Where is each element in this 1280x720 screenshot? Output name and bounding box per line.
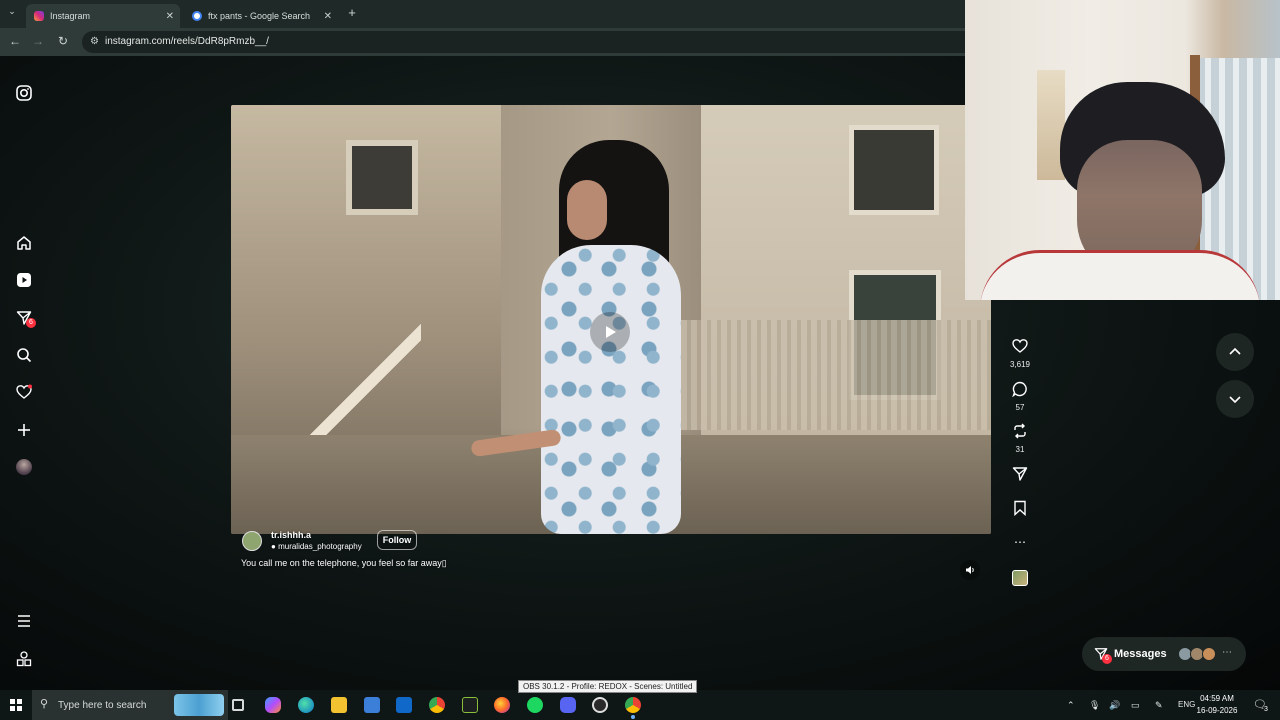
chrome-active-icon[interactable] xyxy=(625,697,641,713)
microphone-icon[interactable]: 🎙 xyxy=(1089,700,1100,711)
messages-badge: 6 xyxy=(1102,654,1112,664)
task-view-icon[interactable] xyxy=(232,699,244,711)
more-options-icon[interactable]: ⋯ xyxy=(1006,536,1034,548)
audio-credit[interactable]: ● muralidas_photography xyxy=(271,542,362,551)
follow-button[interactable]: Follow xyxy=(377,530,417,550)
copilot-icon[interactable] xyxy=(265,697,281,713)
share-action[interactable] xyxy=(1006,466,1034,487)
forward-arrow-icon[interactable]: → xyxy=(30,34,46,48)
left-sidebar: 6 xyxy=(0,56,48,690)
search-icon: ⚲ xyxy=(40,698,49,710)
bookmark-icon[interactable] xyxy=(1012,500,1028,517)
next-reel-button[interactable] xyxy=(1216,380,1254,418)
comment-icon[interactable] xyxy=(1012,381,1028,398)
like-count: 3,619 xyxy=(1009,360,1031,369)
previous-reel-button[interactable] xyxy=(1216,333,1254,371)
notification-count: 3 xyxy=(1264,706,1268,713)
like-action[interactable]: 3,619 xyxy=(1006,338,1034,369)
video-person-face xyxy=(567,180,607,240)
video-window-left xyxy=(346,140,418,215)
windows-start-icon[interactable] xyxy=(10,699,22,711)
clock-time: 04:59 AM xyxy=(1200,694,1234,703)
profile-avatar[interactable] xyxy=(14,457,34,477)
author-username[interactable]: tr.ishhh.a xyxy=(271,530,311,540)
language-indicator[interactable]: ENG xyxy=(1178,700,1195,709)
spotify-icon[interactable] xyxy=(527,697,543,713)
chevron-up-icon xyxy=(1229,347,1241,355)
volume-icon[interactable] xyxy=(960,560,980,580)
edge-icon[interactable] xyxy=(298,697,314,713)
webcam-person-shirt xyxy=(980,250,1260,300)
reel-caption: You call me on the telephone, you feel s… xyxy=(241,558,447,568)
display-icon[interactable]: ▭ xyxy=(1131,700,1140,711)
comment-action[interactable]: 57 xyxy=(1006,381,1034,412)
close-tab-icon[interactable]: ✕ xyxy=(324,11,332,22)
more-contacts-icon: ⋯ xyxy=(1222,647,1232,658)
notification-badge: 6 xyxy=(26,318,36,328)
discord-icon[interactable] xyxy=(560,697,576,713)
tab-search-chevron-icon[interactable]: ⌄ xyxy=(4,6,20,17)
tab-label: ftx pants - Google Search xyxy=(208,11,311,21)
close-tab-icon[interactable]: ✕ xyxy=(166,11,174,22)
file-explorer-icon[interactable] xyxy=(331,697,347,713)
taskbar-clock[interactable]: 04:59 AM 16-09-2026 xyxy=(1196,693,1238,717)
menu-icon[interactable] xyxy=(14,611,34,631)
store-icon[interactable] xyxy=(364,697,380,713)
search-placeholder: Type here to search xyxy=(58,700,147,711)
video-person-dress xyxy=(541,245,681,534)
instagram-favicon-icon xyxy=(34,11,44,21)
direct-messages-icon: 6 xyxy=(1094,647,1112,664)
audio-track-thumbnail[interactable] xyxy=(1006,570,1034,591)
outlook-icon[interactable] xyxy=(396,697,412,713)
person-icon: ● xyxy=(271,542,276,551)
direct-messages-icon[interactable]: 6 xyxy=(14,308,36,328)
share-icon[interactable] xyxy=(1012,466,1028,482)
instagram-logo-icon[interactable] xyxy=(14,83,34,103)
chrome-icon[interactable] xyxy=(429,697,445,713)
messages-label: Messages xyxy=(1114,648,1167,660)
notifications-heart-icon[interactable] xyxy=(14,382,34,402)
author-avatar[interactable] xyxy=(242,531,262,551)
clock-date: 16-09-2026 xyxy=(1196,706,1238,715)
firefox-icon[interactable] xyxy=(494,697,510,713)
play-button[interactable] xyxy=(590,312,630,352)
back-arrow-icon[interactable]: ← xyxy=(7,34,23,48)
new-tab-button[interactable]: + xyxy=(344,5,360,20)
repost-action[interactable]: 31 xyxy=(1006,423,1034,454)
taskbar-search-input[interactable]: ⚲ Type here to search xyxy=(32,690,228,720)
tab-label: Instagram xyxy=(50,11,91,21)
tab-instagram[interactable]: Instagram ✕ xyxy=(26,4,180,28)
windows-taskbar: ⚲ Type here to search ⌃ 🎙 🔊 ▭ ✎ ENG 04:5… xyxy=(0,690,1280,720)
repost-icon[interactable] xyxy=(1012,423,1028,439)
search-highlight-image xyxy=(174,694,224,716)
pen-icon[interactable]: ✎ xyxy=(1155,700,1163,711)
reels-icon[interactable] xyxy=(14,270,34,290)
create-plus-icon[interactable] xyxy=(14,420,34,440)
tab-google-search[interactable]: ftx pants - Google Search ✕ xyxy=(184,4,338,28)
comment-count: 57 xyxy=(1015,403,1025,412)
chevron-down-icon xyxy=(1229,396,1241,404)
messages-button[interactable]: 6 Messages ⋯ xyxy=(1082,637,1246,671)
tray-overflow-chevron-icon[interactable]: ⌃ xyxy=(1067,700,1075,711)
audio-credit-label: muralidas_photography xyxy=(278,542,362,551)
url-text: instagram.com/reels/DdR8pRmzb__/ xyxy=(105,36,269,47)
volume-icon[interactable]: 🔊 xyxy=(1109,700,1120,711)
video-window-right-top xyxy=(849,125,939,215)
search-icon[interactable] xyxy=(14,345,34,365)
google-favicon-icon xyxy=(192,11,202,21)
obs-tooltip: OBS 30.1.2 - Profile: REDOX - Scenes: Un… xyxy=(518,680,698,693)
save-action[interactable] xyxy=(1006,500,1034,521)
obs-icon[interactable] xyxy=(592,697,608,713)
home-icon[interactable] xyxy=(14,233,34,253)
heart-icon[interactable] xyxy=(1012,338,1028,354)
repost-count: 31 xyxy=(1015,445,1025,454)
inkscape-icon[interactable] xyxy=(462,697,478,713)
site-info-icon[interactable]: ⚙ xyxy=(90,36,99,47)
message-contact-avatar xyxy=(1202,647,1216,661)
reload-icon[interactable]: ↻ xyxy=(55,34,71,48)
more-apps-icon[interactable] xyxy=(14,649,34,669)
webcam-overlay xyxy=(965,0,1280,300)
video-balcony-railing xyxy=(661,320,991,430)
